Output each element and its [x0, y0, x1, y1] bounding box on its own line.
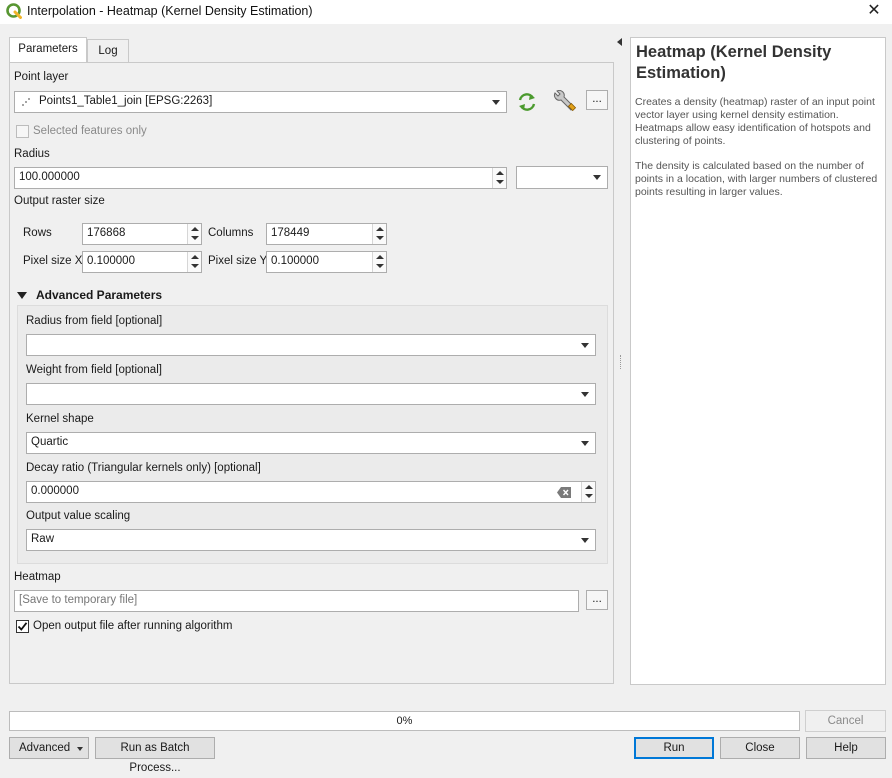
output-scaling-combo[interactable]: Raw	[26, 529, 596, 551]
iterate-over-layer-icon[interactable]	[516, 92, 538, 112]
radius-units-combo[interactable]	[516, 166, 608, 189]
clear-value-icon[interactable]	[557, 487, 571, 498]
chevron-down-icon	[581, 343, 589, 348]
point-layer-options-button[interactable]: ...	[586, 90, 608, 110]
qgis-logo-icon	[6, 3, 22, 19]
point-layer-icon	[22, 98, 30, 106]
pixel-size-y-input[interactable]: 0.100000	[266, 251, 387, 273]
help-paragraph-2: The density is calculated based on the n…	[635, 160, 878, 198]
decay-ratio-input[interactable]: 0.000000	[26, 481, 596, 503]
pixel-size-y-label: Pixel size Y	[208, 255, 268, 267]
pixel-size-x-label: Pixel size X	[23, 255, 83, 267]
title-bar: Interpolation - Heatmap (Kernel Density …	[0, 0, 892, 24]
columns-input[interactable]: 178449	[266, 223, 387, 245]
decay-ratio-spinner[interactable]	[581, 482, 595, 502]
collapse-triangle-icon[interactable]	[17, 292, 27, 299]
advanced-parameters-header[interactable]: Advanced Parameters	[36, 288, 162, 302]
heatmap-output-placeholder: [Save to temporary file]	[19, 594, 138, 606]
open-output-checkbox[interactable]	[16, 620, 29, 633]
collapse-help-icon[interactable]	[617, 38, 622, 46]
splitter-handle[interactable]	[620, 355, 622, 369]
chevron-down-icon	[581, 392, 589, 397]
run-as-batch-button[interactable]: Run as Batch Process...	[95, 737, 215, 774]
decay-ratio-label: Decay ratio (Triangular kernels only) [o…	[26, 462, 261, 474]
chevron-down-icon	[492, 100, 500, 105]
heatmap-output-options-button[interactable]: ...	[586, 590, 608, 610]
progress-label: 0%	[396, 715, 413, 727]
checkmark-icon	[17, 622, 28, 631]
heatmap-output-input[interactable]: [Save to temporary file]	[14, 590, 579, 612]
tab-parameters[interactable]: Parameters	[9, 37, 87, 63]
pixel-size-y-spinner[interactable]	[372, 252, 386, 272]
advanced-button[interactable]: Advanced	[9, 737, 89, 759]
rows-input[interactable]: 176868	[82, 223, 202, 245]
radius-value: 100.000000	[19, 171, 80, 183]
pixel-size-x-input[interactable]: 0.100000	[82, 251, 202, 273]
pixel-size-x-value: 0.100000	[87, 255, 135, 267]
rows-spinner[interactable]	[187, 224, 201, 244]
chevron-down-icon	[581, 538, 589, 543]
rows-label: Rows	[23, 227, 52, 239]
run-button[interactable]: Run	[634, 737, 714, 759]
radius-field-combo[interactable]	[26, 334, 596, 356]
open-output-label: Open output file after running algorithm	[33, 620, 233, 632]
radius-field-label: Radius from field [optional]	[26, 315, 163, 327]
tab-log[interactable]: Log	[87, 39, 129, 63]
advanced-button-label: Advanced	[19, 742, 71, 754]
progress-bar: 0%	[9, 711, 800, 731]
radius-input[interactable]: 100.000000	[14, 167, 507, 189]
weight-field-combo[interactable]	[26, 383, 596, 405]
columns-spinner[interactable]	[372, 224, 386, 244]
point-layer-combo[interactable]: Points1_Table1_join [EPSG:2263]	[14, 91, 507, 113]
heatmap-label: Heatmap	[14, 571, 61, 583]
point-layer-label: Point layer	[14, 71, 69, 83]
rows-value: 176868	[87, 227, 126, 239]
columns-label: Columns	[208, 227, 254, 239]
chevron-down-icon	[581, 441, 589, 446]
close-window-icon[interactable]: ✕	[862, 2, 886, 22]
point-layer-value: Points1_Table1_join [EPSG:2263]	[39, 95, 213, 107]
output-scaling-label: Output value scaling	[26, 510, 131, 522]
help-button[interactable]: Help	[806, 737, 886, 759]
decay-ratio-value: 0.000000	[31, 485, 79, 497]
selected-features-checkbox[interactable]	[16, 125, 29, 138]
kernel-shape-combo[interactable]: Quartic	[26, 432, 596, 454]
close-button[interactable]: Close	[720, 737, 800, 759]
help-paragraph-1: Creates a density (heatmap) raster of an…	[635, 96, 875, 147]
output-scaling-value: Raw	[31, 533, 55, 545]
radius-spinner[interactable]	[492, 168, 506, 188]
pixel-size-x-spinner[interactable]	[187, 252, 201, 272]
wrench-icon[interactable]	[551, 90, 577, 114]
weight-field-label: Weight from field [optional]	[26, 364, 162, 376]
help-panel: Heatmap (Kernel Density Estimation) Crea…	[630, 37, 886, 685]
help-title: Heatmap (Kernel Density Estimation)	[636, 43, 832, 82]
columns-value: 178449	[271, 227, 310, 239]
kernel-shape-value: Quartic	[31, 436, 69, 448]
window-title: Interpolation - Heatmap (Kernel Density …	[27, 4, 313, 18]
cancel-button[interactable]: Cancel	[805, 710, 886, 732]
dropdown-arrow-icon	[77, 747, 83, 751]
chevron-down-icon	[593, 175, 601, 180]
radius-label: Radius	[14, 148, 50, 160]
kernel-shape-label: Kernel shape	[26, 413, 94, 425]
selected-features-label: Selected features only	[33, 125, 147, 137]
pixel-size-y-value: 0.100000	[271, 255, 319, 267]
output-raster-size-label: Output raster size	[14, 195, 105, 207]
